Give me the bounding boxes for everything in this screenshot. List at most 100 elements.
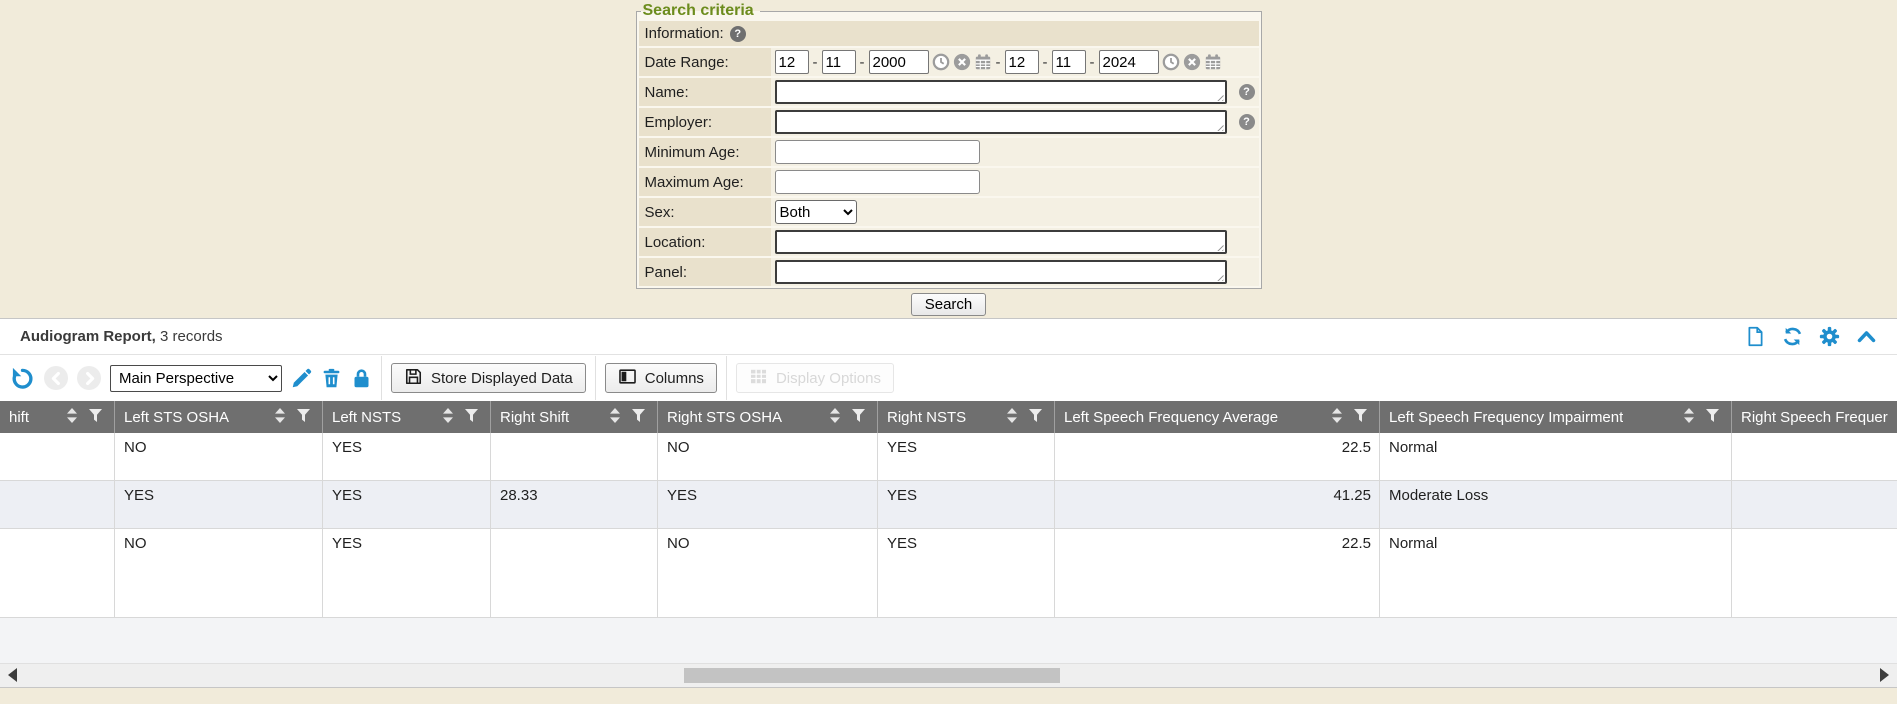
column-header-label: Right NSTS [887,409,966,426]
form-row-min-age: Minimum Age: [639,138,1259,166]
employer-help-icon[interactable]: ? [1239,114,1255,130]
max-age-input[interactable] [775,170,980,194]
column-header[interactable]: Left Speech Frequency Average [1055,401,1380,433]
column-header-label: Left NSTS [332,409,401,426]
sort-icon[interactable] [66,408,78,427]
sex-label: Sex: [645,204,675,221]
date-from-day-input[interactable] [822,50,856,74]
filter-icon[interactable] [852,409,865,426]
new-document-icon[interactable] [1745,326,1766,347]
date-to-year-input[interactable] [1099,50,1159,74]
scroll-right-arrow-icon[interactable] [1880,668,1889,682]
clock-icon[interactable] [932,53,950,71]
display-options-button[interactable]: Display Options [736,363,894,393]
search-button[interactable]: Search [911,293,987,316]
search-criteria-fieldset: Search criteria Information: ? Date Rang… [636,2,1262,289]
column-header[interactable]: Right Speech Frequer [1732,401,1897,433]
column-header-label: Right Shift [500,409,569,426]
reset-perspective-icon[interactable] [10,366,35,391]
report-table: hift Left STS OSHA Left NSTS [0,401,1897,687]
sort-icon[interactable] [1683,408,1695,427]
date-to-month-input[interactable] [1005,50,1039,74]
information-help-icon[interactable]: ? [730,26,746,42]
table-row[interactable]: NOYESNOYES22.5Normal [0,529,1897,618]
floppy-icon [404,367,423,390]
store-displayed-data-button[interactable]: Store Displayed Data [391,363,586,393]
panel-label: Panel: [645,264,688,281]
date-from-month-input[interactable] [775,50,809,74]
table-cell: Normal [1380,529,1732,617]
column-header[interactable]: Left Speech Frequency Impairment [1380,401,1732,433]
table-cell: 28.33 [491,481,658,528]
clock-icon[interactable] [1162,53,1180,71]
refresh-icon[interactable] [1782,326,1803,347]
sort-icon[interactable] [609,408,621,427]
gear-icon[interactable] [1819,326,1840,347]
column-header[interactable]: Right Shift [491,401,658,433]
column-header[interactable]: Left STS OSHA [115,401,323,433]
lock-perspective-icon[interactable] [351,368,372,389]
table-cell: YES [115,481,323,528]
filter-icon[interactable] [1706,409,1719,426]
column-header-label: Right Speech Frequer [1741,409,1888,426]
report-toolbar: Main Perspective Store Displayed Data Co… [0,355,1897,401]
column-header-label: hift [9,409,29,426]
sex-select[interactable]: Both [775,200,857,224]
name-input[interactable] [775,80,1227,104]
record-count: 3 records [160,328,223,345]
filter-icon[interactable] [297,409,310,426]
scroll-left-arrow-icon[interactable] [8,668,17,682]
date-from-year-input[interactable] [869,50,929,74]
horizontal-scrollbar[interactable] [0,663,1897,687]
sort-icon[interactable] [829,408,841,427]
column-header[interactable]: Left NSTS [323,401,491,433]
min-age-input[interactable] [775,140,980,164]
scrollbar-thumb[interactable] [684,668,1060,683]
table-cell [0,433,115,480]
sort-icon[interactable] [1331,408,1343,427]
form-row-panel: Panel: [639,258,1259,286]
sort-icon[interactable] [442,408,454,427]
date-separator: - [1042,54,1049,71]
panel-input[interactable] [775,260,1227,284]
audiogram-report-panel: Audiogram Report, 3 records [0,318,1897,688]
name-help-icon[interactable]: ? [1239,84,1255,100]
column-header[interactable]: Right NSTS [878,401,1055,433]
columns-button[interactable]: Columns [605,363,717,393]
next-perspective-icon[interactable] [77,366,101,390]
filter-icon[interactable] [1354,409,1367,426]
columns-icon [618,367,637,390]
clear-date-icon[interactable] [953,53,971,71]
table-cell: NO [115,529,323,617]
sort-icon[interactable] [1006,408,1018,427]
collapse-panel-icon[interactable] [1856,326,1877,347]
delete-perspective-icon[interactable] [321,368,342,389]
filter-icon[interactable] [632,409,645,426]
calendar-icon[interactable] [1204,53,1222,71]
clear-date-icon[interactable] [1183,53,1201,71]
form-row-sex: Sex: Both [639,198,1259,226]
table-cell: YES [323,529,491,617]
form-row-employer: Employer: ? [639,108,1259,136]
table-cell: YES [878,481,1055,528]
edit-perspective-icon[interactable] [291,368,312,389]
sort-icon[interactable] [274,408,286,427]
employer-input[interactable] [775,110,1227,134]
perspective-select[interactable]: Main Perspective [110,365,282,392]
calendar-icon[interactable] [974,53,992,71]
table-row[interactable]: NOYESNOYES22.5Normal [0,433,1897,481]
filter-icon[interactable] [89,409,102,426]
location-input[interactable] [775,230,1227,254]
column-header[interactable]: Right STS OSHA [658,401,878,433]
max-age-label: Maximum Age: [645,174,744,191]
previous-perspective-icon[interactable] [44,366,68,390]
table-cell: YES [323,433,491,480]
table-cell: NO [658,529,878,617]
table-cell [491,433,658,480]
column-header[interactable]: hift [0,401,115,433]
filter-icon[interactable] [1029,409,1042,426]
table-row[interactable]: YESYES28.33YESYES41.25Moderate Loss [0,481,1897,529]
form-row-information: Information: ? [639,21,1259,46]
filter-icon[interactable] [465,409,478,426]
date-to-day-input[interactable] [1052,50,1086,74]
